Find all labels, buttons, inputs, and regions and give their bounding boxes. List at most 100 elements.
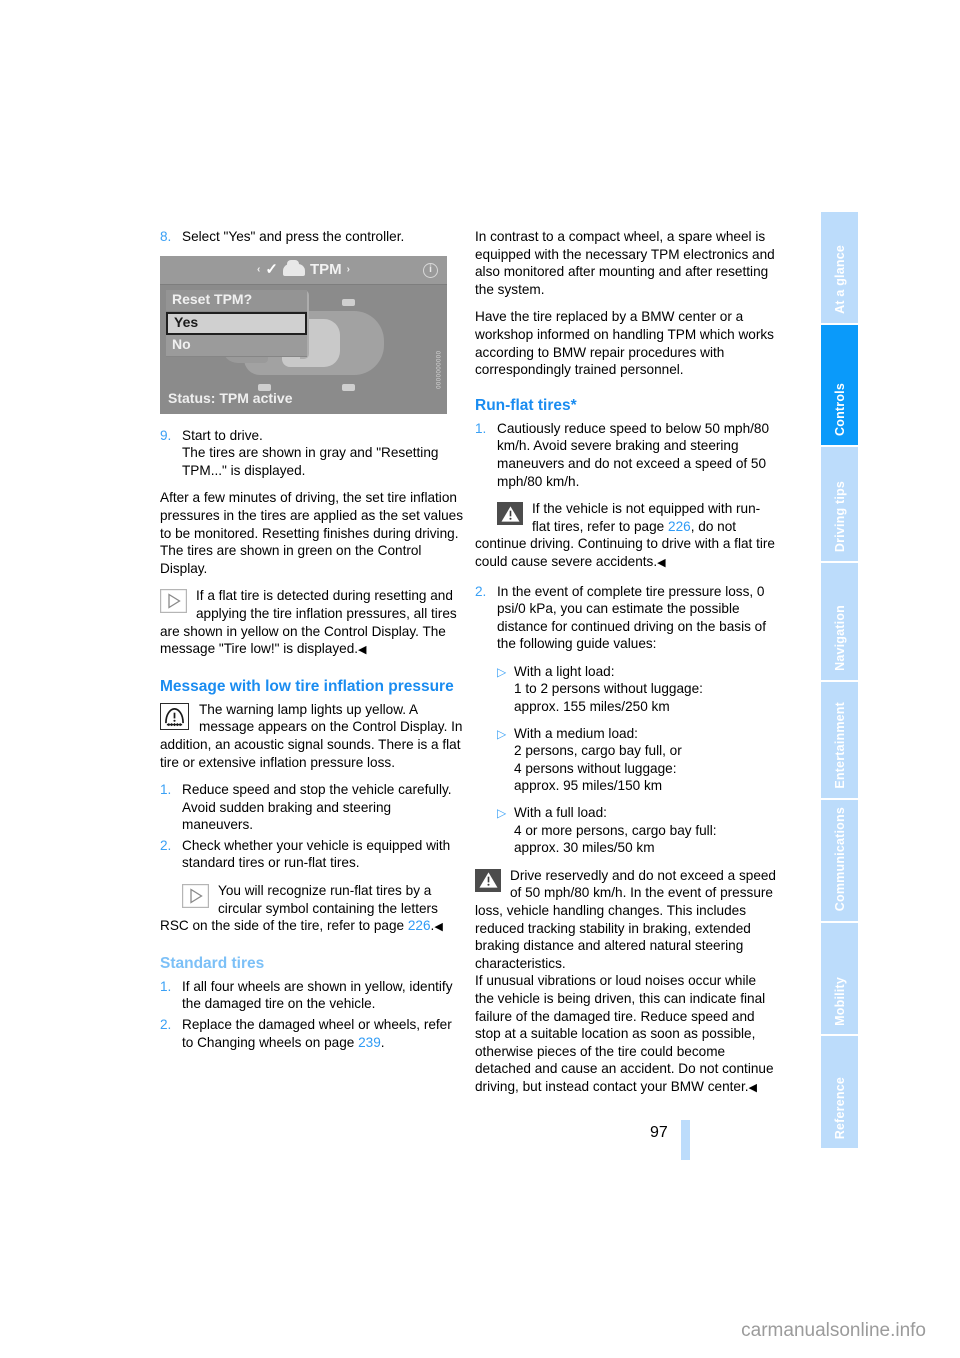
- figure-title: TPM: [309, 260, 342, 278]
- run-flat-step-2: 2. In the event of complete tire pressur…: [475, 583, 778, 653]
- step-text: Select "Yes" and press the controller.: [182, 229, 405, 244]
- end-mark: ◀: [657, 556, 666, 569]
- bullet-line: approx. 95 miles/150 km: [514, 778, 663, 794]
- left-column: 8. Select "Yes" and press the controller…: [160, 228, 463, 1061]
- step-text: Check whether your vehicle is equipped w…: [182, 837, 451, 871]
- tab-at-a-glance[interactable]: At a glance: [821, 212, 858, 323]
- note-body: If a flat tire is detected during resett…: [160, 588, 457, 657]
- warning-lamp-block: The warning lamp lights up yellow. A mes…: [160, 701, 463, 771]
- list-item: 8. Select "Yes" and press the controller…: [160, 228, 463, 246]
- figure-image-code: 0000000000: [434, 351, 440, 390]
- step-line-2: The tires are shown in gray and "Resetti…: [182, 445, 439, 478]
- step-text: Cautiously reduce speed to below 50 mph/…: [497, 420, 770, 489]
- standard-tires-steps: 1. If all four wheels are shown in yello…: [160, 978, 463, 1051]
- figure-status-text: Status: TPM active: [168, 390, 293, 406]
- next-arrow-icon: ›: [346, 263, 350, 275]
- tab-label: Reference: [832, 1076, 847, 1140]
- bullet-line: 2 persons, cargo bay full, or: [514, 743, 682, 759]
- car-icon: [282, 259, 305, 276]
- tab-label: Controls: [832, 383, 847, 437]
- run-flat-step-1: 1. Cautiously reduce speed to below 50 m…: [475, 420, 778, 490]
- guide-values-list: ▷ With a light load: 1 to 2 persons with…: [475, 663, 778, 857]
- paragraph-bmw-center: Have the tire replaced by a BMW center o…: [475, 309, 774, 378]
- step-text: Reduce speed and stop the vehicle carefu…: [182, 782, 452, 833]
- tab-label: Navigation: [832, 604, 847, 671]
- tab-label: Communications: [832, 807, 847, 912]
- step-text: Replace the damaged wheel or wheels, ref…: [182, 1016, 463, 1051]
- list-item: 1. Cautiously reduce speed to below 50 m…: [475, 420, 778, 490]
- step-9: 9. Start to drive. The tires are shown i…: [160, 427, 463, 480]
- paragraph-after-steps: After a few minutes of driving, the set …: [160, 490, 464, 576]
- note-block-flat-tire-detected: If a flat tire is detected during resett…: [160, 587, 463, 659]
- manual-page: At a glance Controls Driving tips Naviga…: [0, 0, 960, 1358]
- tire-pressure-lamp-icon: [160, 702, 189, 730]
- page-reference-link[interactable]: 226: [408, 918, 431, 933]
- note-triangle-icon: [160, 589, 187, 614]
- end-mark: ◀: [748, 1081, 757, 1094]
- tab-label: Entertainment: [832, 702, 847, 790]
- bullet-line: 4 persons without luggage:: [514, 760, 677, 776]
- step-number: 9.: [160, 427, 172, 443]
- list-item: ▷ With a medium load: 2 persons, cargo b…: [497, 725, 778, 795]
- menu-title: Reset TPM?: [166, 289, 307, 312]
- list-item: 2. Replace the damaged wheel or wheels, …: [160, 1016, 463, 1051]
- step-number: 1.: [160, 978, 172, 994]
- check-icon: ✓: [265, 260, 278, 278]
- tab-label: Driving tips: [832, 480, 847, 552]
- step-8: 8. Select "Yes" and press the controller…: [160, 228, 463, 246]
- bullet-text: With a full load: 4 or more persons, car…: [514, 804, 778, 857]
- heading-run-flat-tires: Run-flat tires*: [475, 396, 577, 414]
- list-item: 2. In the event of complete tire pressur…: [475, 583, 778, 653]
- page-number-bar: [681, 1120, 690, 1160]
- tab-driving-tips[interactable]: Driving tips: [821, 447, 858, 561]
- tab-entertainment[interactable]: Entertainment: [821, 681, 858, 799]
- step-line-1: Start to drive.: [182, 427, 263, 443]
- bullet-line: With a medium load:: [514, 725, 638, 741]
- bullet-triangle-icon: ▷: [497, 726, 507, 741]
- warning-text-part-1: Drive reservedly and do not exceed a spe…: [475, 867, 776, 971]
- heading-message-low-pressure: Message with low tire inflation pressure: [160, 677, 454, 695]
- tire-rear-left: [342, 298, 355, 306]
- tab-mobility[interactable]: Mobility: [821, 922, 858, 1035]
- step-number: 1.: [160, 782, 172, 798]
- bullet-triangle-icon: ▷: [497, 806, 507, 821]
- reset-tpm-menu: Reset TPM? Yes No: [166, 289, 307, 357]
- tab-controls[interactable]: Controls: [821, 324, 858, 446]
- right-column: In contrast to a compact wheel, a spare …: [475, 228, 778, 1108]
- tire-rear-right: [342, 383, 355, 391]
- warning-body: If unusual vibrations or loud noises occ…: [475, 973, 774, 1094]
- info-icon: i: [423, 262, 438, 278]
- figure-body: Reset TPM? Yes No Status: TPM active 000…: [160, 285, 447, 414]
- list-item: 2. Check whether your vehicle is equippe…: [160, 837, 463, 872]
- tab-navigation[interactable]: Navigation: [821, 562, 858, 680]
- paragraph-spare-wheel: In contrast to a compact wheel, a spare …: [475, 229, 775, 297]
- heading-standard-tires: Standard tires: [160, 954, 265, 972]
- warning-block-drive-reservedly: Drive reservedly and do not exceed a spe…: [475, 867, 778, 1098]
- warning-block-not-runflat: If the vehicle is not equipped with run-…: [475, 500, 778, 572]
- menu-option-yes[interactable]: Yes: [166, 311, 307, 335]
- page-reference-link[interactable]: 226: [668, 519, 691, 534]
- warning-triangle-icon: [475, 868, 501, 892]
- list-item: 1. If all four wheels are shown in yello…: [160, 978, 463, 1013]
- tab-communications[interactable]: Communications: [821, 800, 858, 921]
- bullet-line: 1 to 2 persons without luggage:: [514, 681, 703, 697]
- bullet-triangle-icon: ▷: [497, 664, 507, 679]
- warning-triangle-icon: [497, 502, 523, 526]
- step-number: 2.: [160, 1017, 172, 1033]
- end-mark: ◀: [358, 644, 367, 657]
- warning-text-part-2: If unusual vibrations or loud noises occ…: [475, 972, 778, 1097]
- list-item: 9. Start to drive. The tires are shown i…: [160, 427, 463, 480]
- page-number: 97: [650, 1124, 668, 1141]
- bullet-line: 4 or more persons, cargo bay full:: [514, 822, 717, 838]
- tab-reference[interactable]: Reference: [821, 1036, 858, 1149]
- step-text-part2: .: [380, 1034, 385, 1050]
- step-text: Start to drive. The tires are shown in g…: [182, 427, 463, 480]
- bullet-line: approx. 155 miles/250 km: [514, 699, 670, 715]
- end-mark: ◀: [434, 921, 443, 934]
- menu-option-no[interactable]: No: [166, 334, 307, 357]
- tab-label: At a glance: [832, 244, 847, 314]
- note-text: If a flat tire is detected during resett…: [160, 587, 463, 659]
- bullet-line: With a light load:: [514, 663, 615, 679]
- step-number: 2.: [160, 837, 172, 853]
- page-reference-link[interactable]: 239: [358, 1035, 381, 1050]
